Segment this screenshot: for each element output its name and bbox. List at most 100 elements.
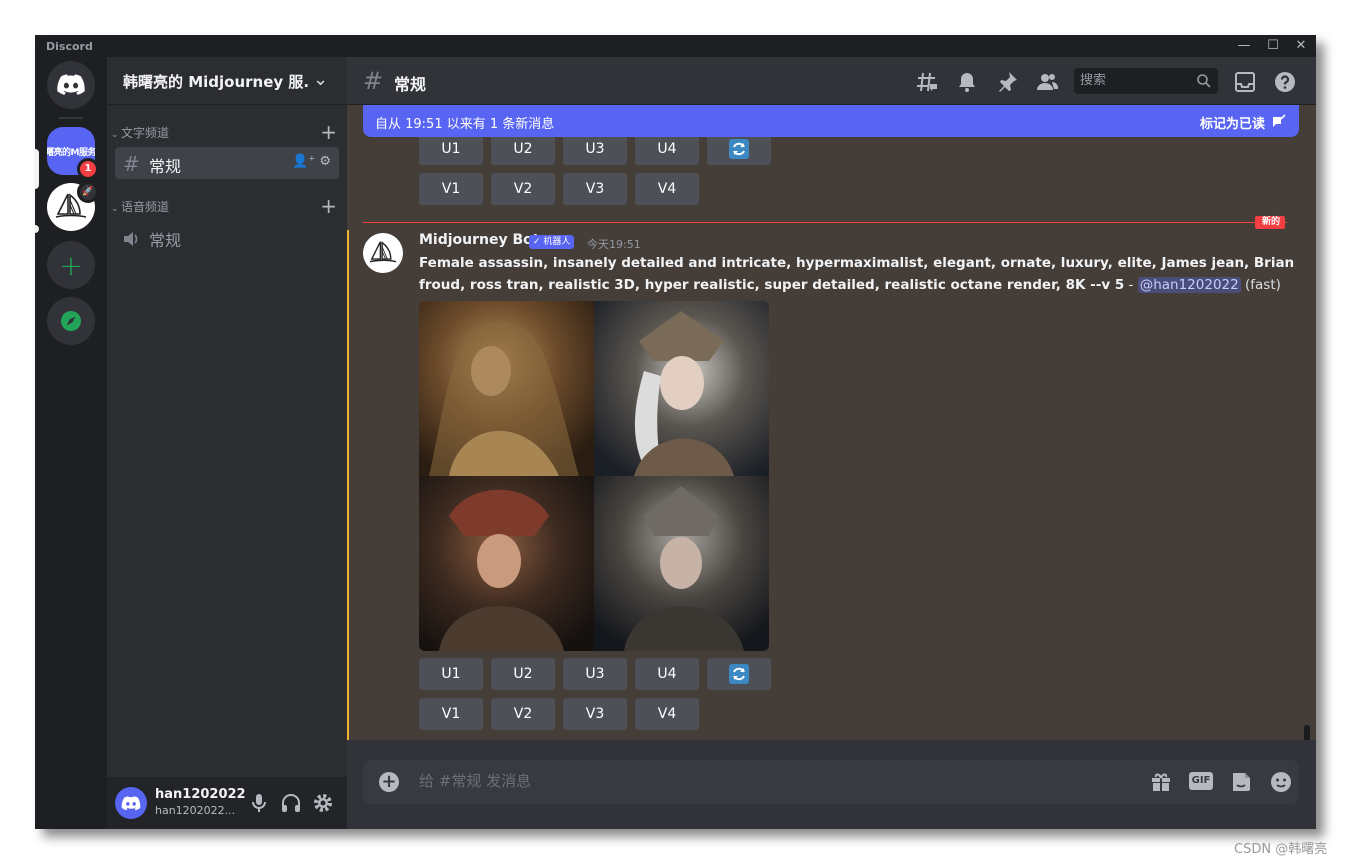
chevron-down-icon: ⌄ <box>313 69 329 90</box>
avatar[interactable] <box>115 787 147 819</box>
generated-images <box>419 301 769 651</box>
user-settings-button[interactable] <box>311 791 335 815</box>
microphone-icon <box>252 794 266 812</box>
image-tile-4[interactable] <box>594 476 769 651</box>
upscale-2-button[interactable]: U2 <box>491 133 555 165</box>
message-prompt-line-1: Female assassin, insanely detailed and i… <box>419 255 1295 271</box>
headphones-icon <box>282 794 300 812</box>
generated-image-grid[interactable] <box>419 301 769 651</box>
upscale-4-button[interactable]: U4 <box>635 658 699 690</box>
home-button[interactable] <box>47 61 95 109</box>
category-text-channels[interactable]: ⌄ 文字频道 + <box>111 120 337 144</box>
mention-badge: 1 <box>77 158 99 180</box>
add-server-button[interactable]: + <box>47 241 95 289</box>
variation-1-button[interactable]: V1 <box>419 698 483 730</box>
close-button[interactable]: ✕ <box>1287 37 1315 55</box>
channel-general[interactable]: # 常规 👤⁺ ⚙ <box>115 147 339 179</box>
voice-channel-general[interactable]: 常规 <box>115 221 339 253</box>
title-bar: Discord — ☐ ✕ <box>35 35 1316 57</box>
upscale-4-button[interactable]: U4 <box>635 133 699 165</box>
search-icon <box>1197 74 1211 88</box>
new-messages-divider <box>363 222 1287 223</box>
explore-servers-button[interactable] <box>47 297 95 345</box>
upscale-1-button[interactable]: U1 <box>419 658 483 690</box>
message-input[interactable] <box>419 772 1019 790</box>
user-tag: han1202022... <box>155 804 235 817</box>
mark-as-read-button[interactable]: 标记为已读 <box>1200 113 1265 132</box>
member-list-button[interactable] <box>1035 70 1059 94</box>
search-box <box>1074 68 1218 94</box>
server-label: 曙亮的M服务 <box>47 147 95 158</box>
gif-button[interactable]: GIF <box>1189 772 1213 790</box>
maximize-button[interactable]: ☐ <box>1259 37 1287 55</box>
inbox-button[interactable] <box>1233 70 1257 94</box>
prompt-text: froud, ross tran, realistic 3D, hyper re… <box>419 277 1125 293</box>
new-messages-banner[interactable]: 自从 19:51 以来有 1 条新消息 标记为已读 <box>363 105 1299 137</box>
channel-header: # 常规 <box>347 57 1316 105</box>
variation-2-button[interactable]: V2 <box>491 173 555 205</box>
notifications-button[interactable] <box>955 70 979 94</box>
reroll-button[interactable] <box>707 133 771 165</box>
sticker-button[interactable] <box>1229 770 1253 794</box>
image-tile-1[interactable] <box>419 301 594 476</box>
channel-title: 常规 <box>394 75 427 94</box>
channel-actions: 👤⁺ ⚙ <box>292 154 331 169</box>
threads-button[interactable] <box>915 70 939 94</box>
avatar[interactable] <box>363 233 403 273</box>
gear-icon[interactable]: ⚙ <box>319 154 331 169</box>
scrollbar-thumb[interactable] <box>1304 725 1310 740</box>
message-author[interactable]: Midjourney Bot <box>419 232 539 248</box>
selected-server-indicator <box>35 149 39 189</box>
refresh-icon <box>729 664 749 684</box>
compass-icon <box>61 311 81 331</box>
upscale-3-button[interactable]: U3 <box>563 658 627 690</box>
message-composer: + GIF <box>363 760 1299 804</box>
upscale-3-button[interactable]: U3 <box>563 133 627 165</box>
variation-4-button[interactable]: V4 <box>635 698 699 730</box>
speaker-icon <box>123 228 141 252</box>
app-title: Discord <box>46 40 93 53</box>
microphone-button[interactable] <box>247 791 271 815</box>
image-tile-3[interactable] <box>419 476 594 651</box>
pin-icon <box>999 72 1017 92</box>
mark-read-icon <box>1273 114 1286 127</box>
server-header[interactable]: 韩曙亮的 Midjourney 服... ⌄ <box>107 57 347 105</box>
user-mention[interactable]: @han1202022 <box>1137 277 1241 293</box>
discord-logo-icon <box>57 74 85 95</box>
variation-4-button[interactable]: V4 <box>635 173 699 205</box>
channel-sidebar: 韩曙亮的 Midjourney 服... ⌄ ⌄ 文字频道 + # 常规 👤⁺ ⚙… <box>107 57 347 829</box>
sailboat-icon <box>369 241 397 263</box>
reroll-button[interactable] <box>707 658 771 690</box>
hash-icon: # <box>123 152 140 176</box>
chevron-down-icon: ⌄ <box>111 130 119 140</box>
image-tile-2[interactable] <box>594 301 769 476</box>
upscale-1-button[interactable]: U1 <box>419 133 483 165</box>
plus-icon[interactable]: + <box>379 772 399 792</box>
help-button[interactable] <box>1273 70 1297 94</box>
invite-icon[interactable]: 👤⁺ <box>292 154 315 169</box>
upscale-2-button[interactable]: U2 <box>491 658 555 690</box>
variation-1-button[interactable]: V1 <box>419 173 483 205</box>
create-channel-icon[interactable]: + <box>320 120 337 144</box>
pinned-messages-button[interactable] <box>995 70 1019 94</box>
gift-button[interactable] <box>1149 770 1173 794</box>
refresh-icon <box>729 139 749 159</box>
emoji-icon <box>1271 772 1291 792</box>
channel-label: 常规 <box>149 231 182 250</box>
username: han1202022 <box>155 787 246 802</box>
variation-2-button[interactable]: V2 <box>491 698 555 730</box>
server-name: 韩曙亮的 Midjourney 服... <box>123 73 308 91</box>
message-prompt-line-2: froud, ross tran, realistic 3D, hyper re… <box>419 277 1281 293</box>
category-voice-channels[interactable]: ⌄ 语音频道 + <box>111 194 337 218</box>
minimize-button[interactable]: — <box>1230 37 1258 55</box>
category-label: 语音频道 <box>121 200 170 214</box>
gear-icon <box>314 794 332 812</box>
variation-3-button[interactable]: V3 <box>563 173 627 205</box>
composer-area: + GIF <box>347 740 1316 829</box>
search-input[interactable] <box>1080 73 1190 88</box>
headphones-button[interactable] <box>279 791 303 815</box>
variation-3-button[interactable]: V3 <box>563 698 627 730</box>
create-channel-icon[interactable]: + <box>320 194 337 218</box>
emoji-button[interactable] <box>1269 770 1293 794</box>
members-icon <box>1037 74 1059 90</box>
